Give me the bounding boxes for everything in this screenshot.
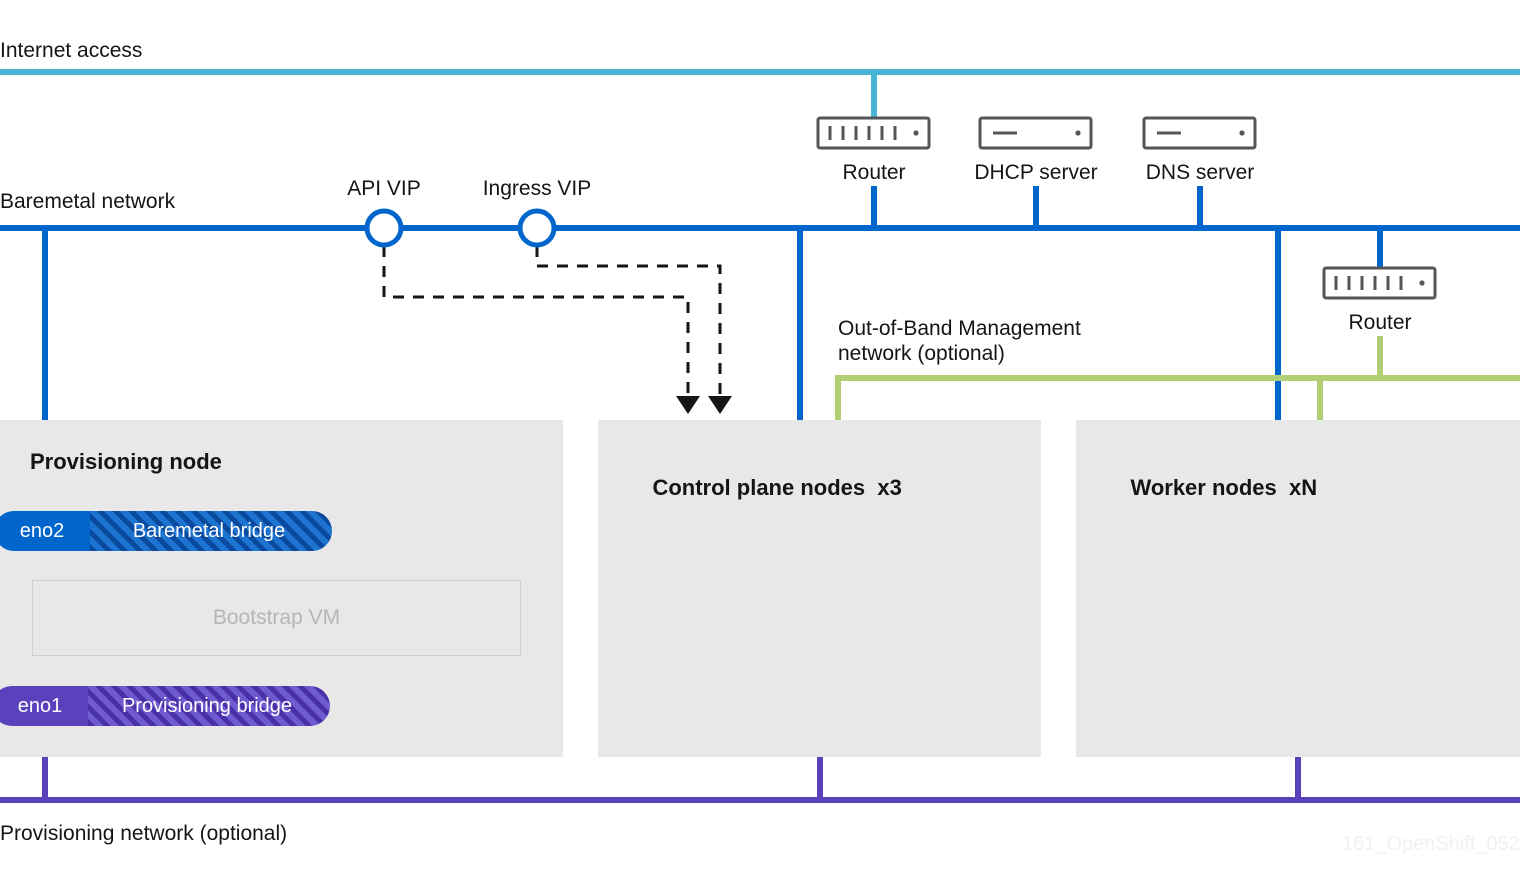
baremetal-bridge-label: Baremetal bridge	[90, 511, 332, 551]
baremetal-network-label: Baremetal network	[0, 189, 175, 214]
server-icon	[1144, 118, 1255, 148]
provisioning-node-title: Provisioning node	[30, 449, 222, 475]
worker-nodes-title: Worker nodes xN	[1106, 449, 1317, 527]
baremetal-bridge-pill: eno2 Baremetal bridge	[0, 511, 332, 551]
oob-network-label-line1: Out-of-Band Management	[838, 316, 1081, 341]
api-vip-arrowhead	[676, 396, 700, 414]
provisioning-bridge-label: Provisioning bridge	[88, 686, 330, 726]
control-plane-nodes-count: x3	[865, 475, 902, 500]
eno1-nic-label: eno1	[0, 686, 88, 726]
bootstrap-vm-label: Bootstrap VM	[213, 606, 340, 630]
worker-nodes-title-text: Worker nodes	[1130, 475, 1276, 500]
provisioning-network-label: Provisioning network (optional)	[0, 821, 287, 846]
server-icon	[980, 118, 1091, 148]
eno2-nic-label: eno2	[0, 511, 90, 551]
api-vip-circle	[367, 211, 401, 245]
ingress-vip-circle	[520, 211, 554, 245]
router-icon	[818, 118, 929, 148]
control-plane-nodes-title-text: Control plane nodes	[652, 475, 865, 500]
provisioning-bridge-pill: eno1 Provisioning bridge	[0, 686, 330, 726]
worker-nodes-count: xN	[1277, 475, 1317, 500]
oob-network-label-line2: network (optional)	[838, 341, 1005, 366]
api-vip-dashed-route	[384, 246, 688, 396]
ingress-vip-label: Ingress VIP	[447, 176, 627, 201]
dns-server-label: DNS server	[1100, 160, 1300, 185]
network-diagram: Internet access Baremetal network Out-of…	[0, 0, 1520, 887]
router-oob-label: Router	[1280, 310, 1480, 335]
router-icon	[1324, 268, 1435, 298]
control-plane-nodes-title: Control plane nodes x3	[628, 449, 902, 527]
ingress-vip-arrowhead	[708, 396, 732, 414]
ingress-vip-dashed-route	[537, 246, 720, 396]
internet-access-label: Internet access	[0, 38, 142, 63]
watermark: 161_OpenShift_0521	[1342, 833, 1520, 856]
bootstrap-vm-box: Bootstrap VM	[32, 580, 521, 656]
